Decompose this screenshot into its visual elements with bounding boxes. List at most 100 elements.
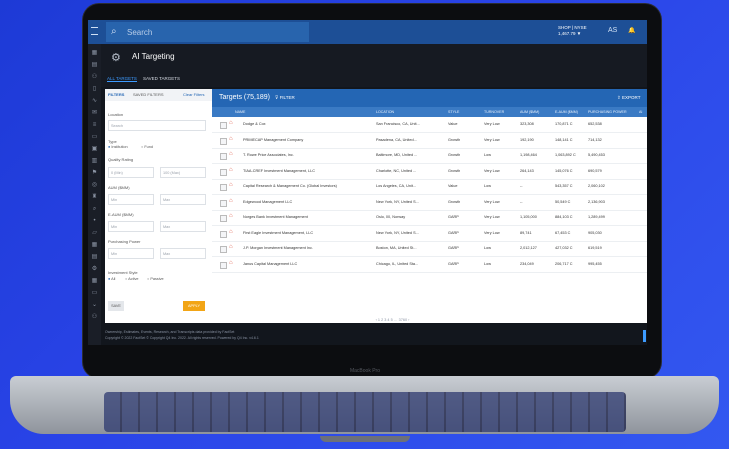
aum-min-input[interactable]: Min xyxy=(108,194,154,205)
tab-all-targets[interactable]: ALL TARGETS xyxy=(107,76,137,82)
col-ai[interactable]: AI xyxy=(639,110,642,114)
row-checkbox[interactable] xyxy=(220,261,227,269)
archive-icon[interactable]: ▭ xyxy=(91,290,98,297)
table-row[interactable]: ⌂ Janus Capital Management LLC Chicago, IL… xyxy=(212,257,647,273)
row-checkbox[interactable] xyxy=(220,122,227,129)
pagination[interactable]: ‹ 1 2 3 4 5 … 3760 › xyxy=(355,318,430,327)
pp-min-input[interactable]: Min xyxy=(108,248,154,259)
row-checkbox[interactable] xyxy=(220,168,227,176)
settings-icon[interactable]: ⚙ xyxy=(91,266,98,273)
table-row[interactable]: ⌂ Edgewood Management LLC New York, NY, Un… xyxy=(212,195,647,211)
cell-name[interactable]: T. Rowe Price Associates, Inc. xyxy=(243,153,378,157)
cell-location: Oslo, 00, Norway xyxy=(376,215,406,219)
table-row[interactable]: ⌂ T. Rowe Price Associates, Inc. Baltimore… xyxy=(212,148,647,164)
cell-name[interactable]: PRIMECAP Management Company xyxy=(243,138,378,142)
pp-max-input[interactable]: Max xyxy=(160,248,206,259)
cell-name[interactable]: Capital Research & Management Co. (Globa… xyxy=(243,184,378,188)
menu-icon[interactable] xyxy=(91,27,98,35)
cell-style: GARP xyxy=(448,246,459,250)
keyboard xyxy=(104,392,626,432)
cell-name[interactable]: J.P. Morgan Investment Management Inc. xyxy=(243,246,378,250)
table-row[interactable]: ⌂ First Eagle Investment Management, LLC N… xyxy=(212,226,647,242)
row-checkbox[interactable] xyxy=(220,230,227,238)
cell-eaum: 427,032 C xyxy=(555,246,573,250)
grid-icon[interactable]: ▦ xyxy=(91,278,98,285)
col-name[interactable]: NAME xyxy=(235,110,245,114)
cell-name[interactable]: Norges Bank Investment Management xyxy=(243,215,378,219)
col-aum[interactable]: AUM ($MM) xyxy=(520,110,539,114)
cell-eaum: 145,076 C xyxy=(555,168,573,173)
chevron-down-icon[interactable]: ⌄ xyxy=(91,302,98,309)
style-all-label: All xyxy=(111,277,116,281)
list-icon[interactable]: ≡ xyxy=(91,122,98,129)
calendar-icon[interactable]: ▣ xyxy=(91,146,98,153)
user-avatar[interactable]: AS xyxy=(608,27,617,34)
report-icon[interactable]: ▤ xyxy=(91,254,98,261)
quality-max-input[interactable]: 100 (Max) xyxy=(160,167,206,178)
apply-button[interactable]: APPLY xyxy=(183,301,205,311)
style-passive-radio[interactable]: ○ Passive xyxy=(147,277,164,281)
type-institution-radio[interactable]: ● Institution xyxy=(108,145,128,149)
filter-button[interactable]: ⊽ FILTER xyxy=(275,95,295,101)
table-row[interactable]: ⌂ Norges Bank Investment Management Oslo, … xyxy=(212,210,647,226)
col-location[interactable]: LOCATION xyxy=(376,110,394,114)
cell-name[interactable]: TIAA-CREF Investment Management, LLC xyxy=(243,169,378,173)
tab-filters[interactable]: FILTERS xyxy=(108,92,124,97)
table-row[interactable]: ⌂ PRIMECAP Management Company Pasadena, CA… xyxy=(212,133,647,149)
table-row[interactable]: ⌂ Capital Research & Management Co. (Glob… xyxy=(212,179,647,195)
flag-icon[interactable]: ⚑ xyxy=(91,170,98,177)
cell-name[interactable]: Janus Capital Management LLC xyxy=(243,262,378,266)
user-icon[interactable]: ⚇ xyxy=(91,314,98,321)
eaum-min-input[interactable]: Min xyxy=(108,221,154,232)
row-checkbox[interactable] xyxy=(220,246,227,253)
pulse-icon[interactable]: ∿ xyxy=(91,98,98,105)
cell-aum: -- xyxy=(520,199,523,204)
bar-chart-icon[interactable]: ▥ xyxy=(91,158,98,165)
clear-filters-link[interactable]: Clear Filters xyxy=(183,92,205,97)
row-checkbox[interactable] xyxy=(220,137,227,145)
search-nav-icon[interactable]: ⌕ xyxy=(91,206,98,213)
people-icon[interactable]: ⚇ xyxy=(91,74,98,81)
type-institution-label: Institution xyxy=(111,145,128,149)
aum-max-input[interactable]: Max xyxy=(160,194,206,205)
style-active-radio[interactable]: ○ Active xyxy=(125,277,138,281)
chat-scroll-handle[interactable] xyxy=(643,330,646,342)
style-all-radio[interactable]: ● All xyxy=(108,277,115,281)
dot-icon[interactable]: • xyxy=(91,218,98,225)
type-fund-radio[interactable]: ○ Fund xyxy=(141,145,153,149)
document-icon[interactable]: ▯ xyxy=(91,86,98,93)
table-row[interactable]: ⌂ Dodge & Cox San Francisco, CA, Unit... Va… xyxy=(212,117,647,133)
dashboard-icon[interactable]: ▦ xyxy=(91,50,98,57)
table-icon[interactable]: ▦ xyxy=(91,242,98,249)
tab-saved-filters[interactable]: SAVED FILTERS xyxy=(133,92,164,97)
col-turnover[interactable]: TURNOVER xyxy=(484,110,504,114)
mail-icon[interactable]: ✉ xyxy=(91,110,98,117)
save-button[interactable]: SAVE xyxy=(108,301,124,311)
row-checkbox[interactable] xyxy=(220,184,227,191)
cell-name[interactable]: First Eagle Investment Management, LLC xyxy=(243,231,378,235)
filter-icon: ⊽ xyxy=(275,95,279,100)
col-style[interactable]: STYLE xyxy=(448,110,459,114)
cell-name[interactable]: Dodge & Cox xyxy=(243,122,378,126)
export-button[interactable]: ⇪ EXPORT xyxy=(617,95,640,101)
folder-icon[interactable]: ▱ xyxy=(91,230,98,237)
briefcase-icon[interactable]: ▭ xyxy=(91,134,98,141)
tab-saved-targets[interactable]: SAVED TARGETS xyxy=(143,76,180,81)
row-checkbox[interactable] xyxy=(220,153,227,160)
row-checkbox[interactable] xyxy=(220,215,227,222)
institution-icon: ⌂ xyxy=(229,259,233,266)
table-row[interactable]: ⌂ J.P. Morgan Investment Management Inc. B… xyxy=(212,241,647,257)
table-row[interactable]: ⌂ TIAA-CREF Investment Management, LLC Cha… xyxy=(212,164,647,180)
bell-icon[interactable]: 🔔 xyxy=(628,27,635,34)
col-purchasing-power[interactable]: PURCHASING POWER xyxy=(588,110,627,114)
location-input[interactable]: Search xyxy=(108,120,206,131)
chart-icon[interactable]: ▤ xyxy=(91,62,98,69)
quality-min-input[interactable]: 0 (Min) xyxy=(108,167,154,178)
row-checkbox[interactable] xyxy=(220,199,227,207)
trophy-icon[interactable]: ♜ xyxy=(91,194,98,201)
eaum-max-input[interactable]: Max xyxy=(160,221,206,232)
col-eaum[interactable]: E-AUM ($MM) xyxy=(555,110,578,114)
target-icon[interactable]: ◎ xyxy=(91,182,98,189)
global-search[interactable]: ⌕ Search xyxy=(106,22,309,42)
cell-name[interactable]: Edgewood Management LLC xyxy=(243,200,378,204)
